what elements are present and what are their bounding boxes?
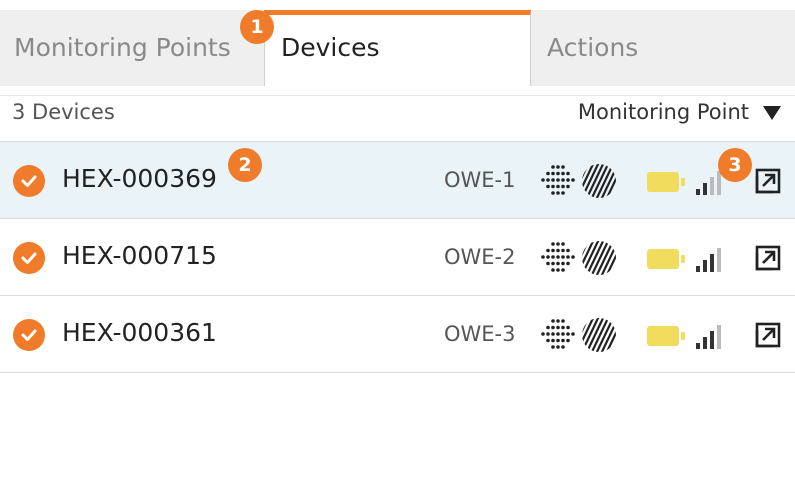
striped-circle-icon [580,239,618,281]
dot-grid-icon [540,239,576,279]
device-row[interactable]: HEX-000369 OWE-1 [0,142,795,219]
open-external-icon[interactable] [753,243,783,277]
tab-actions[interactable]: Actions [531,10,795,86]
device-count: 3 Devices [12,100,115,124]
device-name: HEX-000369 [62,164,217,193]
device-row[interactable]: HEX-000715 OWE-2 [0,219,795,296]
monitoring-point-label: OWE-3 [444,322,516,346]
open-external-icon[interactable] [753,166,783,200]
list-header: 3 Devices Monitoring Point [0,88,795,142]
step-badge-3: 3 [718,148,752,182]
step-badge-2: 2 [228,148,262,182]
device-name: HEX-000715 [62,241,217,270]
triangle-down-icon[interactable] [763,106,781,120]
check-circle-icon[interactable] [13,165,45,197]
check-circle-icon[interactable] [13,242,45,274]
monitoring-point-label: OWE-2 [444,245,516,269]
striped-circle-icon [580,316,618,358]
monitoring-point-label: OWE-1 [444,168,516,192]
battery-icon [647,326,689,352]
open-external-icon[interactable] [753,320,783,354]
tab-devices[interactable]: Devices [264,10,531,86]
signal-bars-icon [696,244,726,276]
step-badge-1: 1 [240,10,274,44]
striped-circle-icon [580,162,618,204]
tab-monitoring-points[interactable]: Monitoring Points [0,10,264,86]
signal-bars-icon [696,321,726,353]
sort-dropdown[interactable]: Monitoring Point [578,100,749,124]
device-name: HEX-000361 [62,318,217,347]
tab-bar: Monitoring Points Devices Actions [0,10,795,96]
check-circle-icon[interactable] [13,319,45,351]
battery-icon [647,172,689,198]
dot-grid-icon [540,162,576,202]
battery-icon [647,249,689,275]
dot-grid-icon [540,316,576,356]
device-row[interactable]: HEX-000361 OWE-3 [0,296,795,373]
